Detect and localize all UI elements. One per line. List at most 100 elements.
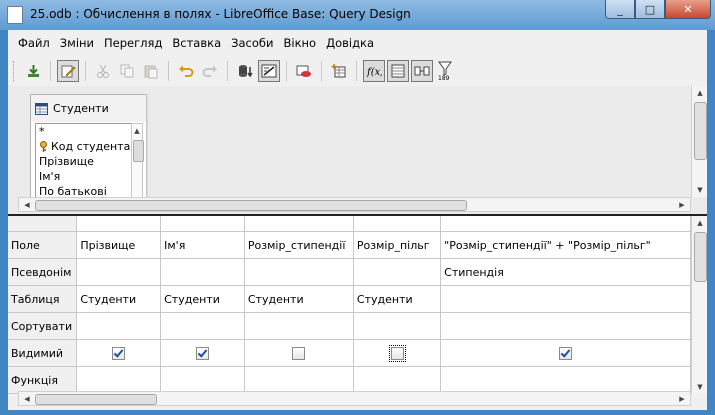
field-cell[interactable]: Прізвище bbox=[76, 231, 162, 259]
field-item[interactable]: * bbox=[36, 124, 132, 139]
alias-cell[interactable]: Стипендія bbox=[440, 258, 691, 286]
scroll-down-arrow-icon[interactable]: ▼ bbox=[692, 183, 708, 197]
field-item[interactable]: Ім'я bbox=[36, 169, 132, 184]
scroll-left-arrow-icon[interactable]: ◀ bbox=[19, 392, 35, 406]
menu-file[interactable]: Файл bbox=[13, 36, 55, 50]
grid-vertical-thumb[interactable] bbox=[694, 232, 707, 282]
sort-cell[interactable] bbox=[160, 312, 245, 340]
row-field: Поле Прізвище Ім'я Розмір_стипендії Розм… bbox=[8, 231, 691, 259]
sort-cell[interactable] bbox=[244, 312, 354, 340]
design-vertical-scrollbar[interactable]: ▲ ▼ bbox=[691, 86, 707, 197]
column-header[interactable] bbox=[76, 216, 162, 232]
function-cell[interactable] bbox=[353, 366, 442, 394]
table-cell[interactable]: Студенти bbox=[76, 285, 162, 313]
functions-icon[interactable]: f(x) bbox=[363, 60, 385, 82]
table-window-title: Студенти bbox=[53, 102, 109, 115]
grid-horizontal-thumb[interactable] bbox=[35, 394, 157, 405]
sort-cell[interactable] bbox=[353, 312, 442, 340]
function-cell[interactable] bbox=[440, 366, 691, 394]
table-cell[interactable]: Студенти bbox=[353, 285, 442, 313]
field-item[interactable]: Код студента bbox=[36, 139, 132, 154]
scroll-down-arrow-icon[interactable]: ▼ bbox=[692, 380, 708, 394]
row-header: Таблиця bbox=[8, 285, 78, 313]
field-list-scroll-thumb[interactable] bbox=[133, 140, 144, 162]
edit-mode-icon[interactable] bbox=[57, 60, 79, 82]
scroll-up-arrow-icon[interactable]: ▲ bbox=[692, 216, 708, 230]
alias-cell[interactable] bbox=[76, 258, 162, 286]
close-button[interactable]: ✕ bbox=[665, 0, 711, 19]
menu-view[interactable]: Перегляд bbox=[99, 36, 167, 50]
sort-cell[interactable] bbox=[440, 312, 691, 340]
scroll-up-arrow-icon[interactable]: ▲ bbox=[131, 124, 143, 138]
row-header: Сортувати bbox=[8, 312, 78, 340]
grid-horizontal-scrollbar[interactable]: ◀ ▶ bbox=[18, 391, 691, 406]
field-cell[interactable]: Розмір_пільг bbox=[353, 231, 442, 259]
maximize-button[interactable]: □ bbox=[635, 0, 665, 19]
menu-edit[interactable]: Зміни bbox=[55, 36, 99, 50]
paste-icon[interactable] bbox=[140, 60, 162, 82]
field-name: Код студента bbox=[51, 140, 131, 153]
function-cell[interactable] bbox=[244, 366, 354, 394]
minimize-button[interactable]: _ bbox=[605, 0, 635, 19]
visible-checkbox[interactable] bbox=[196, 346, 209, 360]
design-horizontal-scrollbar[interactable]: ◀ ▶ bbox=[18, 197, 691, 212]
table-cell[interactable]: Студенти bbox=[160, 285, 245, 313]
visible-checkbox[interactable] bbox=[388, 344, 406, 362]
table-window-students[interactable]: Студенти * Код студента Прізвище Ім'я По… bbox=[30, 94, 147, 204]
row-table: Таблиця Студенти Студенти Студенти Студе… bbox=[8, 285, 691, 313]
scroll-left-arrow-icon[interactable]: ◀ bbox=[19, 198, 35, 212]
toolbar-grip[interactable] bbox=[13, 61, 17, 81]
field-cell[interactable]: Розмір_стипендії bbox=[244, 231, 354, 259]
design-vertical-thumb[interactable] bbox=[694, 102, 707, 160]
alias-cell[interactable] bbox=[244, 258, 354, 286]
window-title: 25.odb : Обчислення в полях - LibreOffic… bbox=[30, 7, 411, 21]
scroll-right-arrow-icon[interactable]: ▶ bbox=[674, 198, 690, 212]
scroll-up-arrow-icon[interactable]: ▲ bbox=[692, 86, 708, 100]
add-table-icon[interactable] bbox=[328, 60, 350, 82]
field-name: Прізвище bbox=[39, 155, 94, 168]
alias-cell[interactable] bbox=[160, 258, 245, 286]
visible-checkbox[interactable] bbox=[112, 346, 126, 360]
clear-query-icon[interactable] bbox=[293, 60, 315, 82]
table-design-area[interactable]: Студенти * Код студента Прізвище Ім'я По… bbox=[8, 86, 707, 216]
alias-cell[interactable] bbox=[353, 258, 442, 286]
column-header[interactable] bbox=[440, 216, 691, 232]
copy-icon[interactable] bbox=[116, 60, 138, 82]
alias-icon[interactable] bbox=[411, 60, 433, 82]
row-visible: Видимий bbox=[8, 339, 691, 367]
column-header[interactable] bbox=[160, 216, 245, 232]
column-header[interactable] bbox=[353, 216, 442, 232]
function-cell[interactable] bbox=[160, 366, 245, 394]
design-horizontal-thumb[interactable] bbox=[35, 200, 467, 211]
redo-icon[interactable] bbox=[199, 60, 221, 82]
menu-insert[interactable]: Вставка bbox=[167, 36, 226, 50]
cut-icon[interactable] bbox=[92, 60, 114, 82]
design-view-icon[interactable] bbox=[258, 60, 280, 82]
visible-checkbox[interactable] bbox=[559, 346, 573, 360]
grid-vertical-scrollbar[interactable]: ▲ ▼ bbox=[691, 216, 707, 394]
visible-checkbox[interactable] bbox=[292, 346, 306, 360]
field-cell[interactable]: Ім'я bbox=[160, 231, 245, 259]
menu-bar: Файл Зміни Перегляд Вставка Засоби Вікно… bbox=[8, 30, 707, 56]
sort-cell[interactable] bbox=[76, 312, 162, 340]
save-icon[interactable] bbox=[22, 60, 44, 82]
column-header[interactable] bbox=[244, 216, 354, 232]
row-alias: Псевдонім Стипендія bbox=[8, 258, 691, 286]
table-cell[interactable]: Студенти bbox=[244, 285, 354, 313]
scroll-right-arrow-icon[interactable]: ▶ bbox=[674, 392, 690, 406]
table-name-icon[interactable] bbox=[387, 60, 409, 82]
undo-icon[interactable] bbox=[175, 60, 197, 82]
table-cell[interactable] bbox=[440, 285, 691, 313]
toolbar-separator bbox=[321, 61, 322, 81]
menu-help[interactable]: Довідка bbox=[321, 36, 379, 50]
table-window-titlebar[interactable]: Студенти bbox=[31, 95, 146, 122]
menu-window[interactable]: Вікно bbox=[278, 36, 321, 50]
distinct-values-icon[interactable]: 189 bbox=[435, 60, 457, 82]
primary-key-icon bbox=[39, 140, 49, 153]
field-cell[interactable]: "Розмір_стипендії" + "Розмір_пільг" bbox=[440, 231, 691, 259]
function-cell[interactable] bbox=[76, 366, 162, 394]
field-item[interactable]: Прізвище bbox=[36, 154, 132, 169]
menu-tools[interactable]: Засоби bbox=[226, 36, 278, 50]
run-query-icon[interactable] bbox=[234, 60, 256, 82]
field-list-scrollbar[interactable]: ▲ bbox=[131, 123, 144, 199]
